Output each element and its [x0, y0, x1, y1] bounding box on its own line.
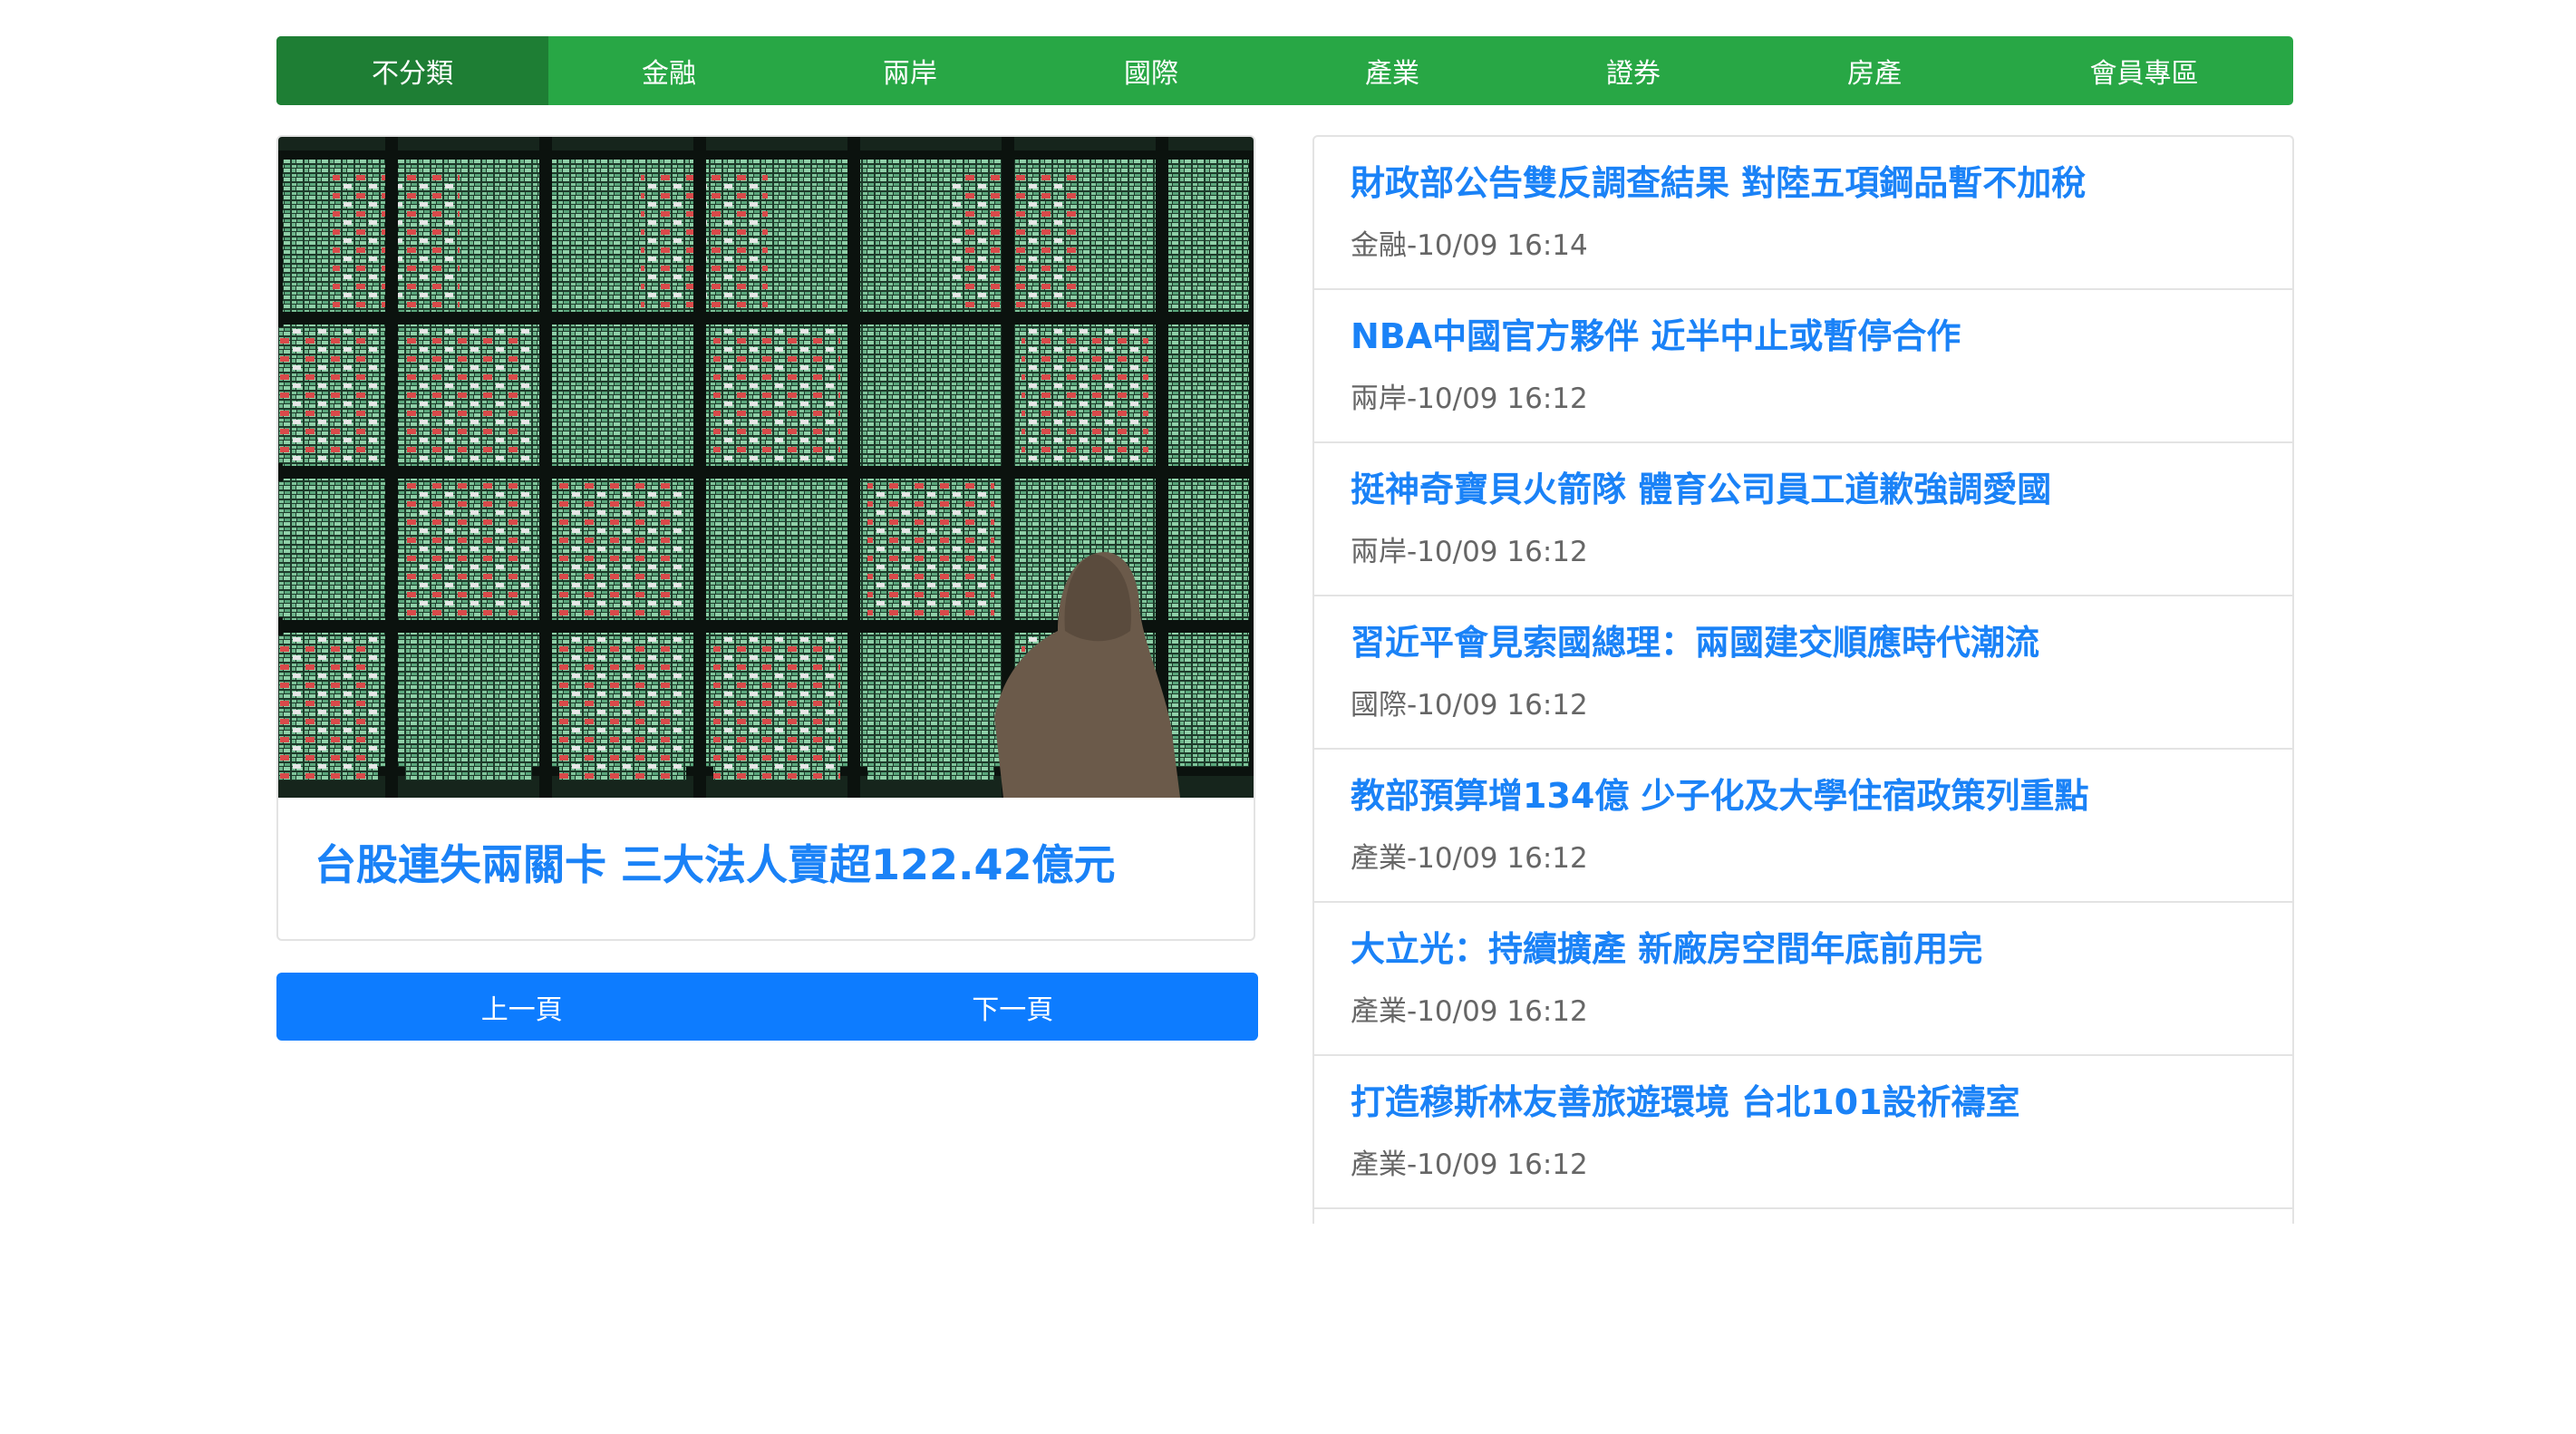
news-meta: 產業-10/09 16:12 [1351, 995, 1588, 1028]
news-meta: 產業-10/09 16:12 [1351, 842, 1588, 875]
news-meta: 國際-10/09 16:12 [1351, 689, 1588, 722]
prev-page-button[interactable]: 上一頁 [276, 973, 768, 1041]
list-item[interactable]: NBA中國官方夥伴 近半中止或暫停合作 兩岸-10/09 16:12 [1314, 290, 2292, 443]
tab-members-area[interactable]: 會員專區 [1995, 36, 2293, 105]
list-item[interactable]: 教部預算增134億 少子化及大學住宿政策列重點 產業-10/09 16:12 [1314, 750, 2292, 903]
news-meta: 兩岸-10/09 16:12 [1351, 536, 1588, 568]
list-item[interactable]: 挺神奇寶貝火箭隊 體育公司員工道歉強調愛國 兩岸-10/09 16:12 [1314, 443, 2292, 596]
stock-board-photo[interactable] [278, 137, 1254, 798]
news-list: 財政部公告雙反調查結果 對陸五項鋼品暫不加稅 金融-10/09 16:14 NB… [1312, 135, 2294, 1224]
news-title[interactable]: 習近平會見索國總理：兩國建交順應時代潮流 [1351, 615, 2039, 664]
news-meta: 金融-10/09 16:14 [1351, 229, 1588, 262]
tab-real-estate[interactable]: 房產 [1754, 36, 1995, 105]
news-title[interactable]: 財政部公告雙反調查結果 對陸五項鋼品暫不加稅 [1351, 155, 2086, 205]
news-title[interactable]: 挺神奇寶貝火箭隊 體育公司員工道歉強調愛國 [1351, 461, 2051, 511]
tab-cross-strait[interactable]: 兩岸 [789, 36, 1031, 105]
news-title[interactable]: 打造穆斯林友善旅遊環境 台北101設祈禱室 [1351, 1074, 2020, 1124]
tab-securities[interactable]: 證券 [1513, 36, 1754, 105]
list-item[interactable]: 打造穆斯林友善旅遊環境 台北101設祈禱室 產業-10/09 16:12 [1314, 1056, 2292, 1209]
category-tab-bar: 不分類 金融 兩岸 國際 產業 證券 房產 會員專區 [276, 36, 2293, 105]
news-meta: 兩岸-10/09 16:12 [1351, 383, 1588, 415]
next-page-button[interactable]: 下一頁 [768, 973, 1259, 1041]
list-item[interactable]: 大立光：持續擴產 新廠房空間年底前用完 產業-10/09 16:12 [1314, 903, 2292, 1056]
pager: 上一頁 下一頁 [276, 973, 1258, 1041]
tab-uncategorized[interactable]: 不分類 [276, 36, 548, 105]
tab-industry[interactable]: 產業 [1272, 36, 1513, 105]
featured-story-card[interactable]: 台股連失兩關卡 三大法人賣超122.42億元 [276, 135, 1255, 941]
tab-finance[interactable]: 金融 [548, 36, 789, 105]
list-item[interactable]: 財政部公告雙反調查結果 對陸五項鋼品暫不加稅 金融-10/09 16:14 [1314, 137, 2292, 290]
tab-international[interactable]: 國際 [1031, 36, 1272, 105]
news-title[interactable]: 教部預算增134億 少子化及大學住宿政策列重點 [1351, 768, 2089, 818]
news-meta: 產業-10/09 16:12 [1351, 1148, 1588, 1181]
list-item[interactable]: 習近平會見索國總理：兩國建交順應時代潮流 國際-10/09 16:12 [1314, 596, 2292, 750]
featured-story-title[interactable]: 台股連失兩關卡 三大法人賣超122.42億元 [315, 832, 1116, 892]
news-title[interactable]: NBA中國官方夥伴 近半中止或暫停合作 [1351, 308, 1961, 358]
news-title[interactable]: 大立光：持續擴產 新廠房空間年底前用完 [1351, 921, 1982, 971]
